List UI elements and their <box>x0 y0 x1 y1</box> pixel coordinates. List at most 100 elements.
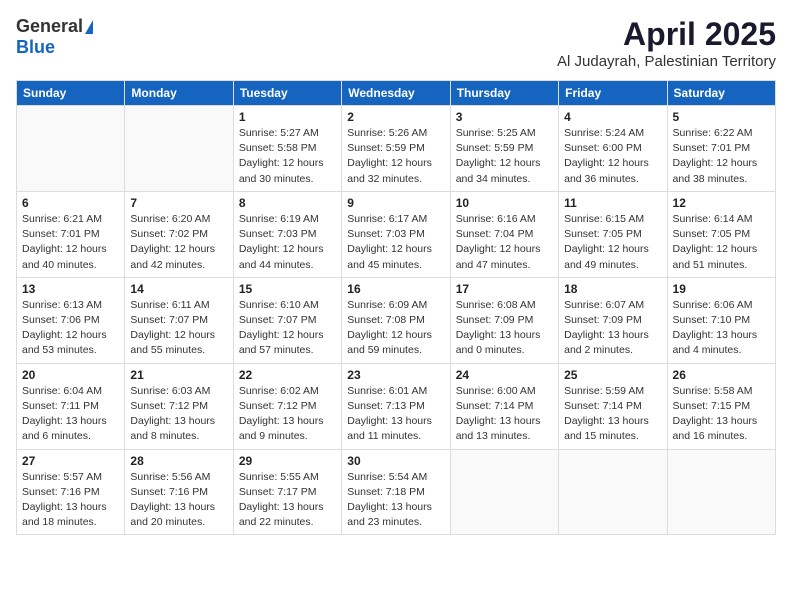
table-row: 30 Sunrise: 5:54 AM Sunset: 7:18 PM Dayli… <box>342 449 450 535</box>
table-row: 29Sunrise: 5:55 AM Sunset: 7:17 PM Dayli… <box>233 449 341 535</box>
header-sunday: Sunday <box>17 81 125 106</box>
day-number: 17 <box>456 282 553 296</box>
day-number: 20 <box>22 368 119 382</box>
day-detail: Sunrise: 5:58 AM Sunset: 7:15 PM Dayligh… <box>673 384 770 445</box>
day-detail: Sunrise: 6:19 AM Sunset: 7:03 PM Dayligh… <box>239 212 336 273</box>
table-row: 18 Sunrise: 6:07 AM Sunset: 7:09 PM Dayli… <box>559 277 667 363</box>
day-number: 11 <box>564 196 661 210</box>
header-thursday: Thursday <box>450 81 558 106</box>
day-detail: Sunrise: 6:15 AM Sunset: 7:05 PM Dayligh… <box>564 212 661 273</box>
table-row: 15 Sunrise: 6:10 AM Sunset: 7:07 PM Dayli… <box>233 277 341 363</box>
day-detail: Sunrise: 5:26 AM Sunset: 5:59 PM Dayligh… <box>347 126 444 187</box>
week-row-3: 13 Sunrise: 6:13 AM Sunset: 7:06 PM Dayli… <box>17 277 776 363</box>
day-detail: Sunrise: 5:54 AM Sunset: 7:18 PM Dayligh… <box>347 470 444 531</box>
day-detail: Sunrise: 6:01 AM Sunset: 7:13 PM Dayligh… <box>347 384 444 445</box>
day-number: 22 <box>239 368 336 382</box>
location-title: Al Judayrah, Palestinian Territory <box>557 53 776 70</box>
day-detail: Sunrise: 6:17 AM Sunset: 7:03 PM Dayligh… <box>347 212 444 273</box>
logo-arrow-icon <box>85 20 93 34</box>
day-detail: Sunrise: 6:04 AM Sunset: 7:11 PM Dayligh… <box>22 384 119 445</box>
table-row: 1 Sunrise: 5:27 AM Sunset: 5:58 PM Daylig… <box>233 106 341 192</box>
table-row: 23 Sunrise: 6:01 AM Sunset: 7:13 PM Dayli… <box>342 363 450 449</box>
table-row: 8 Sunrise: 6:19 AM Sunset: 7:03 PM Daylig… <box>233 191 341 277</box>
table-row: 14Sunrise: 6:11 AM Sunset: 7:07 PM Dayli… <box>125 277 233 363</box>
header-tuesday: Tuesday <box>233 81 341 106</box>
day-detail: Sunrise: 6:14 AM Sunset: 7:05 PM Dayligh… <box>673 212 770 273</box>
table-row: 2 Sunrise: 5:26 AM Sunset: 5:59 PM Daylig… <box>342 106 450 192</box>
day-number: 27 <box>22 454 119 468</box>
header-wednesday: Wednesday <box>342 81 450 106</box>
table-row: 26 Sunrise: 5:58 AM Sunset: 7:15 PM Dayli… <box>667 363 775 449</box>
day-number: 29 <box>239 454 336 468</box>
day-number: 28 <box>130 454 227 468</box>
day-number: 26 <box>673 368 770 382</box>
table-row <box>17 106 125 192</box>
day-number: 3 <box>456 110 553 124</box>
day-detail: Sunrise: 5:59 AM Sunset: 7:14 PM Dayligh… <box>564 384 661 445</box>
week-row-4: 20 Sunrise: 6:04 AM Sunset: 7:11 PM Dayli… <box>17 363 776 449</box>
day-detail: Sunrise: 6:03 AM Sunset: 7:12 PM Dayligh… <box>130 384 227 445</box>
day-detail: Sunrise: 6:08 AM Sunset: 7:09 PM Dayligh… <box>456 298 553 359</box>
day-number: 23 <box>347 368 444 382</box>
table-row <box>125 106 233 192</box>
logo-blue-text: Blue <box>16 37 55 58</box>
header-monday: Monday <box>125 81 233 106</box>
day-number: 10 <box>456 196 553 210</box>
table-row: 5 Sunrise: 6:22 AM Sunset: 7:01 PM Daylig… <box>667 106 775 192</box>
day-number: 8 <box>239 196 336 210</box>
day-detail: Sunrise: 5:25 AM Sunset: 5:59 PM Dayligh… <box>456 126 553 187</box>
day-number: 18 <box>564 282 661 296</box>
logo-general-text: General <box>16 16 83 37</box>
day-number: 30 <box>347 454 444 468</box>
table-row: 24 Sunrise: 6:00 AM Sunset: 7:14 PM Dayli… <box>450 363 558 449</box>
day-detail: Sunrise: 5:56 AM Sunset: 7:16 PM Dayligh… <box>130 470 227 531</box>
header-saturday: Saturday <box>667 81 775 106</box>
day-number: 6 <box>22 196 119 210</box>
day-number: 15 <box>239 282 336 296</box>
table-row: 3 Sunrise: 5:25 AM Sunset: 5:59 PM Daylig… <box>450 106 558 192</box>
title-area: April 2025 Al Judayrah, Palestinian Terr… <box>557 16 776 70</box>
day-number: 9 <box>347 196 444 210</box>
table-row <box>667 449 775 535</box>
day-number: 21 <box>130 368 227 382</box>
day-number: 24 <box>456 368 553 382</box>
day-detail: Sunrise: 6:16 AM Sunset: 7:04 PM Dayligh… <box>456 212 553 273</box>
week-row-2: 6 Sunrise: 6:21 AM Sunset: 7:01 PM Daylig… <box>17 191 776 277</box>
table-row: 16Sunrise: 6:09 AM Sunset: 7:08 PM Dayli… <box>342 277 450 363</box>
table-row: 6 Sunrise: 6:21 AM Sunset: 7:01 PM Daylig… <box>17 191 125 277</box>
weekday-header-row: Sunday Monday Tuesday Wednesday Thursday… <box>17 81 776 106</box>
day-number: 16 <box>347 282 444 296</box>
header: General Blue April 2025 Al Judayrah, Pal… <box>16 16 776 70</box>
table-row <box>450 449 558 535</box>
day-detail: Sunrise: 6:13 AM Sunset: 7:06 PM Dayligh… <box>22 298 119 359</box>
calendar-table: Sunday Monday Tuesday Wednesday Thursday… <box>16 80 776 535</box>
day-detail: Sunrise: 6:21 AM Sunset: 7:01 PM Dayligh… <box>22 212 119 273</box>
day-number: 5 <box>673 110 770 124</box>
table-row: 10 Sunrise: 6:16 AM Sunset: 7:04 PM Dayli… <box>450 191 558 277</box>
day-detail: Sunrise: 6:10 AM Sunset: 7:07 PM Dayligh… <box>239 298 336 359</box>
day-detail: Sunrise: 5:57 AM Sunset: 7:16 PM Dayligh… <box>22 470 119 531</box>
day-number: 2 <box>347 110 444 124</box>
day-detail: Sunrise: 6:20 AM Sunset: 7:02 PM Dayligh… <box>130 212 227 273</box>
day-number: 25 <box>564 368 661 382</box>
day-number: 12 <box>673 196 770 210</box>
day-detail: Sunrise: 6:22 AM Sunset: 7:01 PM Dayligh… <box>673 126 770 187</box>
day-number: 7 <box>130 196 227 210</box>
table-row: 9 Sunrise: 6:17 AM Sunset: 7:03 PM Daylig… <box>342 191 450 277</box>
week-row-1: 1 Sunrise: 5:27 AM Sunset: 5:58 PM Daylig… <box>17 106 776 192</box>
day-detail: Sunrise: 6:11 AM Sunset: 7:07 PM Dayligh… <box>130 298 227 359</box>
table-row: 4Sunrise: 5:24 AM Sunset: 6:00 PM Daylig… <box>559 106 667 192</box>
table-row: 17 Sunrise: 6:08 AM Sunset: 7:09 PM Dayli… <box>450 277 558 363</box>
table-row: 11 Sunrise: 6:15 AM Sunset: 7:05 PM Dayli… <box>559 191 667 277</box>
table-row <box>559 449 667 535</box>
day-detail: Sunrise: 6:06 AM Sunset: 7:10 PM Dayligh… <box>673 298 770 359</box>
table-row: 21 Sunrise: 6:03 AM Sunset: 7:12 PM Dayli… <box>125 363 233 449</box>
day-detail: Sunrise: 6:07 AM Sunset: 7:09 PM Dayligh… <box>564 298 661 359</box>
day-number: 1 <box>239 110 336 124</box>
day-number: 19 <box>673 282 770 296</box>
day-detail: Sunrise: 5:27 AM Sunset: 5:58 PM Dayligh… <box>239 126 336 187</box>
day-detail: Sunrise: 6:00 AM Sunset: 7:14 PM Dayligh… <box>456 384 553 445</box>
day-number: 13 <box>22 282 119 296</box>
header-friday: Friday <box>559 81 667 106</box>
table-row: 13 Sunrise: 6:13 AM Sunset: 7:06 PM Dayli… <box>17 277 125 363</box>
